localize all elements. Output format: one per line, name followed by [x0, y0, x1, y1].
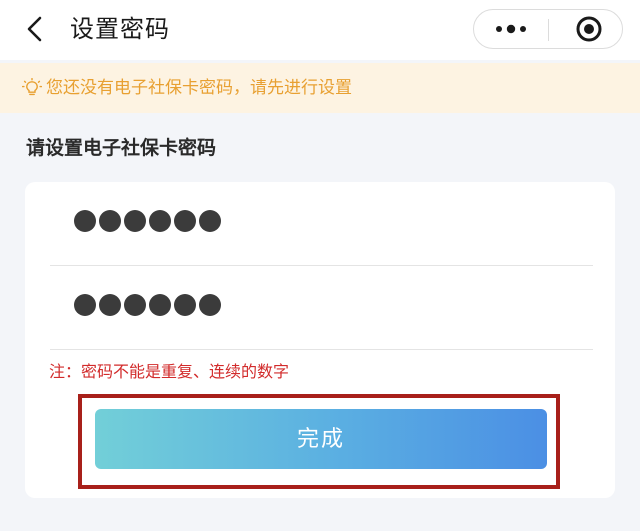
- back-button[interactable]: [22, 12, 50, 46]
- chevron-left-icon: [27, 16, 42, 42]
- password-dot: [74, 210, 96, 232]
- confirm-password-dots: [74, 294, 221, 322]
- password-dot: [74, 294, 96, 316]
- password-dot: [149, 294, 171, 316]
- password-card: 注：密码不能是重复、连续的数字 完成: [25, 182, 615, 498]
- password-dot: [99, 210, 121, 232]
- password-dot: [124, 294, 146, 316]
- section-title: 请设置电子社保卡密码: [26, 137, 217, 159]
- done-button[interactable]: 完成: [95, 409, 547, 469]
- more-dots-icon: [496, 24, 526, 34]
- target-circle-icon: [576, 16, 602, 42]
- password-dot: [174, 294, 196, 316]
- password-dot: [199, 210, 221, 232]
- password-rule-note: 注：密码不能是重复、连续的数字: [49, 362, 290, 381]
- navigation-bar: 设置密码: [0, 0, 640, 60]
- more-button[interactable]: [474, 10, 548, 48]
- password-dot: [99, 294, 121, 316]
- confirm-password-input[interactable]: [50, 266, 593, 350]
- password-dot: [174, 210, 196, 232]
- notice-text: 您还没有电子社保卡密码，请先进行设置: [46, 78, 352, 98]
- password-dot: [149, 210, 171, 232]
- notice-bar: 您还没有电子社保卡密码，请先进行设置: [0, 63, 640, 113]
- miniprogram-capsule: [473, 9, 623, 49]
- page-title: 设置密码: [70, 15, 170, 43]
- password-dot: [124, 210, 146, 232]
- lightbulb-icon: [22, 78, 42, 96]
- password-dot: [199, 294, 221, 316]
- close-miniprogram-button[interactable]: [549, 10, 622, 48]
- password-input[interactable]: [50, 182, 593, 266]
- password-dots: [74, 210, 221, 238]
